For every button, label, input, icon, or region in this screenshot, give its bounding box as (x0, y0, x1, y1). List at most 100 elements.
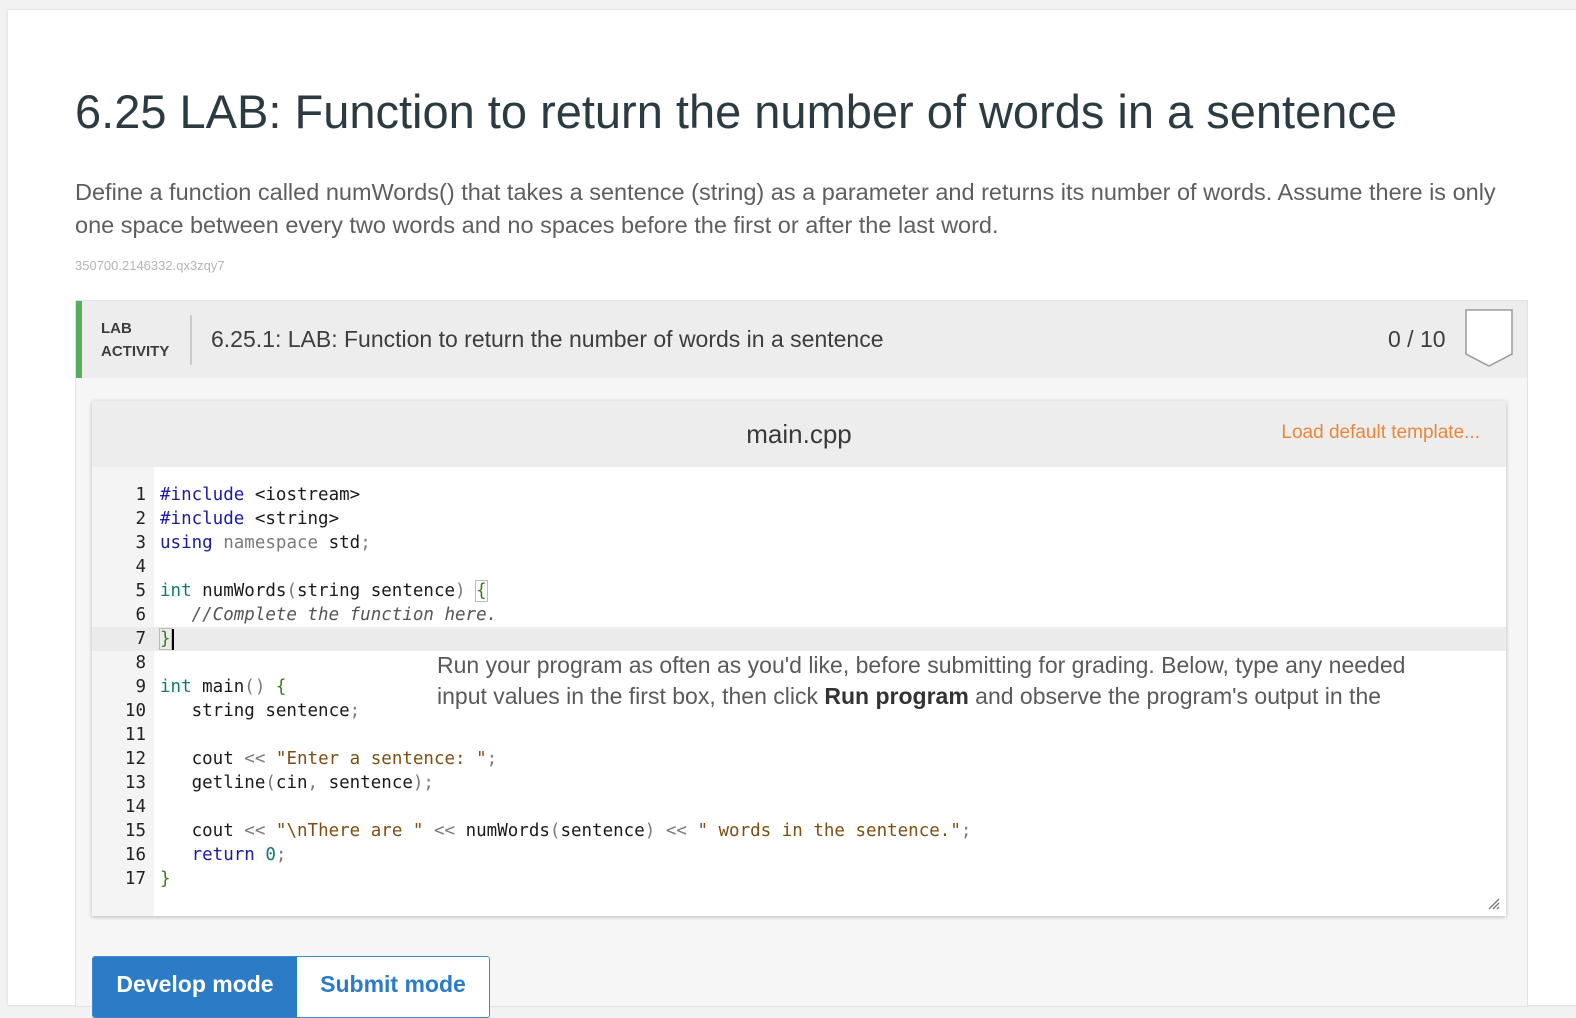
code-text[interactable]: cout << "\nThere are " << numWords(sente… (160, 819, 972, 843)
code-line[interactable]: 5 int numWords(string sentence) { (92, 579, 1506, 603)
code-line[interactable]: 12 cout << "Enter a sentence: "; (92, 747, 1506, 771)
submit-mode-button[interactable]: Submit mode (297, 957, 489, 1017)
code-line[interactable]: 11 (92, 723, 1506, 747)
line-number: 14 (124, 797, 146, 817)
code-token: int (160, 581, 192, 601)
line-number: 7 (135, 629, 146, 649)
code-token: cout (160, 821, 245, 841)
lab-tag-line2: ACTIVITY (101, 343, 170, 360)
editor-header: main.cpp Load default template... (92, 401, 1506, 467)
code-token: ( (286, 581, 297, 601)
code-token: { (275, 677, 287, 697)
line-number: 4 (135, 557, 146, 577)
lab-activity-header: LAB ACTIVITY 6.25.1: LAB: Function to re… (76, 301, 1527, 378)
code-token: getline (160, 773, 266, 793)
code-token: "\nThere are " (275, 821, 424, 841)
reference-id: 350700.2146332.qx3zqy7 (75, 258, 225, 273)
code-token: main (191, 677, 245, 697)
develop-mode-button[interactable]: Develop mode (93, 957, 297, 1017)
header-divider (190, 315, 192, 365)
code-token: () (244, 677, 266, 697)
line-number: 17 (124, 869, 146, 889)
code-token: <iostream> (244, 485, 361, 505)
line-number: 15 (124, 821, 146, 841)
code-line[interactable]: 1 #include <iostream> (92, 483, 1506, 507)
code-token: ) (455, 581, 466, 601)
code-token: ; (275, 845, 287, 865)
code-line[interactable]: 3 using namespace std; (92, 531, 1506, 555)
lab-tag-line1: LAB (101, 320, 132, 337)
code-line[interactable]: 17} (92, 867, 1506, 891)
code-token: << (665, 821, 687, 841)
run-instructions: Run your program as often as you'd like,… (437, 650, 1427, 712)
resize-handle-icon[interactable] (1488, 898, 1500, 910)
line-number: 1 (135, 485, 146, 505)
code-token: 0 (265, 845, 276, 865)
code-token: ); (412, 773, 434, 793)
code-token: return (160, 845, 255, 865)
code-token: //Complete the function here. (160, 605, 498, 625)
code-line[interactable]: 4 (92, 555, 1506, 579)
code-token: int (160, 677, 192, 697)
code-line[interactable]: 15 cout << "\nThere are " << numWords(se… (92, 819, 1506, 843)
code-token: namespace (223, 533, 319, 553)
code-text[interactable]: #include <iostream> (160, 483, 360, 507)
code-text[interactable]: int main() { (160, 675, 286, 699)
lab-activity-tag: LAB ACTIVITY (101, 317, 169, 363)
code-text[interactable]: //Complete the function here. (160, 603, 498, 627)
code-line[interactable]: 13 getline(cin, sentence); (92, 771, 1506, 795)
line-number: 11 (124, 725, 146, 745)
page-title: 6.25 LAB: Function to return the number … (75, 85, 1397, 138)
line-number: 12 (124, 749, 146, 769)
run-program-emphasis: Run program (824, 683, 969, 709)
code-text[interactable]: cout << "Enter a sentence: "; (160, 747, 498, 771)
line-number: 3 (135, 533, 146, 553)
code-token: { (475, 580, 488, 602)
code-line[interactable]: 2 #include <string> (92, 507, 1506, 531)
problem-description: Define a function called numWords() that… (75, 179, 1496, 238)
code-token: " words in the sentence." (697, 821, 961, 841)
code-line[interactable]: 7} (92, 627, 1506, 651)
code-token: std (318, 533, 361, 553)
code-token: numWords (455, 821, 550, 841)
code-text[interactable]: return 0; (160, 843, 287, 867)
code-token: ; (349, 701, 361, 721)
code-text[interactable]: } (160, 867, 171, 891)
code-text[interactable]: } (159, 627, 174, 651)
code-line[interactable]: 16 return 0; (92, 843, 1506, 867)
code-text[interactable]: #include <string> (160, 507, 339, 531)
line-number: 5 (135, 581, 146, 601)
line-number: 13 (124, 773, 146, 793)
code-text[interactable]: getline(cin, sentence); (160, 771, 434, 795)
code-token: cout (160, 749, 245, 769)
code-token: "Enter a sentence: " (275, 749, 487, 769)
line-number: 16 (124, 845, 146, 865)
code-line[interactable]: 6 //Complete the function here. (92, 603, 1506, 627)
code-token: sentence (318, 773, 413, 793)
lab-activity-title: 6.25.1: LAB: Function to return the numb… (211, 326, 884, 352)
code-token: , (307, 773, 319, 793)
line-number: 2 (135, 509, 146, 529)
code-line[interactable]: 14 (92, 795, 1506, 819)
code-token: ) (644, 821, 656, 841)
completion-badge-icon (1465, 309, 1513, 367)
code-text[interactable]: int numWords(string sentence) { (160, 579, 488, 603)
code-text[interactable]: string sentence; (160, 699, 361, 723)
code-token: } (160, 869, 171, 889)
lab-score: 0 / 10 (1388, 326, 1446, 352)
instructions-text-after: and observe the program's output in the (968, 683, 1382, 709)
code-token: ; (360, 533, 371, 553)
text-cursor (171, 628, 174, 650)
code-token: string sentence (296, 581, 456, 601)
load-default-template-link[interactable]: Load default template... (1281, 422, 1480, 444)
code-text[interactable]: using namespace std; (160, 531, 371, 555)
code-token: ; (960, 821, 972, 841)
